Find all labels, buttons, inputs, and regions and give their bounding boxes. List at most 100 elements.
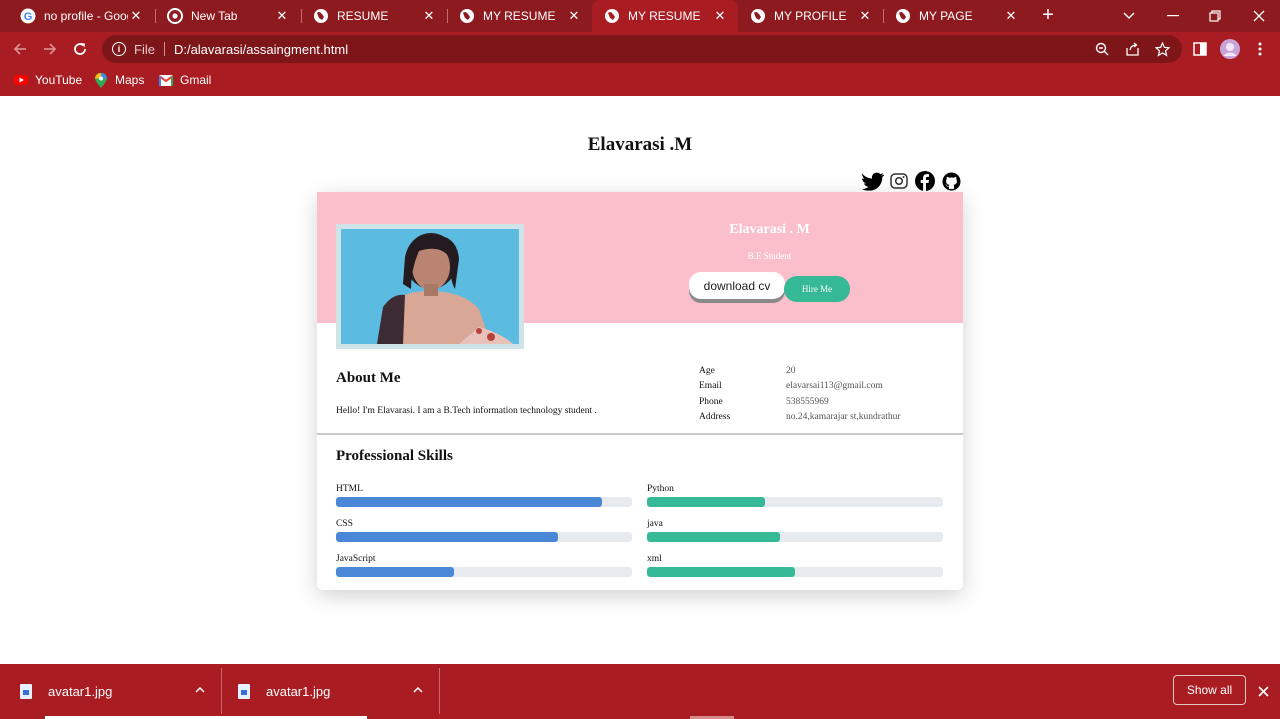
bookmarks-bar: YouTube Maps Gmail (0, 66, 1280, 96)
skill-track (336, 567, 632, 577)
download-item[interactable]: avatar1.jpg (20, 664, 112, 719)
skill-css: CSS (336, 519, 632, 542)
close-downloads-icon[interactable] (1252, 680, 1274, 702)
skill-fill (647, 497, 766, 507)
tab-title: MY RESUME (628, 9, 701, 23)
info-value: elavarsai113@gmail.com (786, 381, 883, 392)
skill-track (647, 567, 943, 577)
skill-xml: xml (647, 554, 943, 577)
tab-resume[interactable]: RESUME ✕ (301, 0, 447, 32)
back-icon[interactable] (8, 37, 32, 61)
skill-track (336, 497, 632, 507)
tab-close-icon[interactable]: ✕ (566, 8, 582, 24)
skill-label: xml (647, 554, 662, 564)
globe-icon (604, 8, 620, 24)
address-bar[interactable]: i File D:/alavarasi/assaingment.html (102, 35, 1182, 63)
twitter-icon[interactable] (862, 171, 884, 191)
svg-text:G: G (24, 11, 33, 23)
youtube-icon (14, 73, 28, 87)
skill-python: Python (647, 484, 943, 507)
download-item[interactable]: avatar1.jpg (238, 664, 330, 719)
show-all-button[interactable]: Show all (1173, 675, 1246, 705)
tab-title: New Tab (191, 9, 238, 23)
info-key: Address (699, 411, 731, 422)
tab-my-resume[interactable]: MY RESUME ✕ (447, 0, 592, 32)
tab-title: no profile - Goog (44, 9, 128, 23)
bookmark-youtube[interactable]: YouTube (14, 73, 82, 87)
new-tab-button[interactable]: + (1036, 4, 1060, 28)
skill-label: JavaScript (336, 554, 376, 564)
bookmark-label: YouTube (35, 73, 83, 87)
profile-avatar[interactable] (1219, 38, 1241, 60)
tab-search-chevron-icon[interactable] (1108, 0, 1150, 32)
skill-track (647, 532, 943, 542)
restore-icon[interactable] (1194, 0, 1236, 32)
info-icon[interactable]: i (112, 42, 126, 56)
tab-my-page[interactable]: MY PAGE ✕ (883, 0, 1029, 32)
hire-me-button[interactable]: Hire Me (784, 276, 850, 302)
minimize-icon[interactable] (1152, 0, 1194, 32)
profile-photo (336, 224, 524, 349)
google-icon: G (20, 8, 36, 24)
tab-title: MY PROFILE (774, 9, 847, 23)
side-panel-icon[interactable] (1190, 39, 1210, 59)
skill-label: java (647, 519, 663, 529)
skill-javascript: JavaScript (336, 554, 632, 577)
globe-icon (895, 8, 911, 24)
scheme-label: File (134, 41, 155, 57)
skill-fill (647, 532, 781, 542)
bookmark-maps[interactable]: Maps (94, 72, 145, 88)
menu-kebab-icon[interactable] (1250, 39, 1270, 59)
window-close-icon[interactable] (1238, 0, 1280, 32)
tab-close-icon[interactable]: ✕ (274, 8, 290, 24)
skill-fill (336, 532, 558, 542)
chevron-up-icon[interactable] (190, 680, 210, 700)
skill-track (647, 497, 943, 507)
tab-close-icon[interactable]: ✕ (1003, 8, 1019, 24)
forward-icon[interactable] (38, 37, 62, 61)
tab-no-profile[interactable]: G no profile - Goog ✕ (8, 0, 154, 32)
tab-close-icon[interactable]: ✕ (712, 8, 728, 24)
chrome-icon (167, 8, 183, 24)
skill-label: HTML (336, 484, 363, 494)
url-text[interactable]: D:/alavarasi/assaingment.html (174, 42, 348, 57)
skill-label: CSS (336, 519, 353, 529)
hero-subtitle: B.E Student (747, 251, 792, 261)
info-value: no.24,kamarajar st,kundrathur (786, 411, 901, 422)
social-links (862, 171, 962, 191)
star-icon[interactable] (1152, 39, 1172, 59)
reload-icon[interactable] (68, 37, 92, 61)
share-icon[interactable] (1122, 39, 1142, 59)
skill-html: HTML (336, 484, 632, 507)
tab-title: MY RESUME (483, 9, 556, 23)
chevron-up-icon[interactable] (408, 680, 428, 700)
tab-close-icon[interactable]: ✕ (128, 8, 144, 24)
skill-fill (336, 497, 603, 507)
info-value: 538555969 (786, 396, 829, 407)
tab-close-icon[interactable]: ✕ (421, 8, 437, 24)
facebook-icon[interactable] (914, 171, 936, 191)
globe-icon (313, 8, 329, 24)
about-heading: About Me (336, 370, 401, 386)
github-icon[interactable] (940, 171, 962, 191)
downloads-bar: avatar1.jpg avatar1.jpg Show all (0, 664, 1280, 719)
download-separator (439, 668, 440, 714)
skill-track (336, 532, 632, 542)
tab-my-resume-active[interactable]: MY RESUME ✕ (592, 0, 738, 32)
tab-new-tab[interactable]: New Tab ✕ (155, 0, 300, 32)
bookmark-gmail[interactable]: Gmail (159, 73, 211, 87)
info-value: 20 (786, 366, 796, 376)
download-cv-button[interactable]: download cv (689, 272, 785, 299)
tab-strip: G no profile - Goog ✕ New Tab ✕ RESUME ✕… (0, 0, 1280, 32)
browser-toolbar: i File D:/alavarasi/assaingment.html (0, 32, 1280, 66)
globe-icon (750, 8, 766, 24)
resume-card: Elavarasi . M B.E Student download cv Hi… (317, 192, 963, 590)
download-filename: avatar1.jpg (266, 684, 331, 699)
tab-my-profile[interactable]: MY PROFILE ✕ (738, 0, 883, 32)
image-file-icon (238, 684, 250, 699)
zoom-icon[interactable] (1092, 39, 1112, 59)
bookmark-label: Maps (115, 73, 145, 87)
info-key: Age (699, 366, 715, 376)
instagram-icon[interactable] (888, 171, 910, 191)
tab-close-icon[interactable]: ✕ (857, 8, 873, 24)
